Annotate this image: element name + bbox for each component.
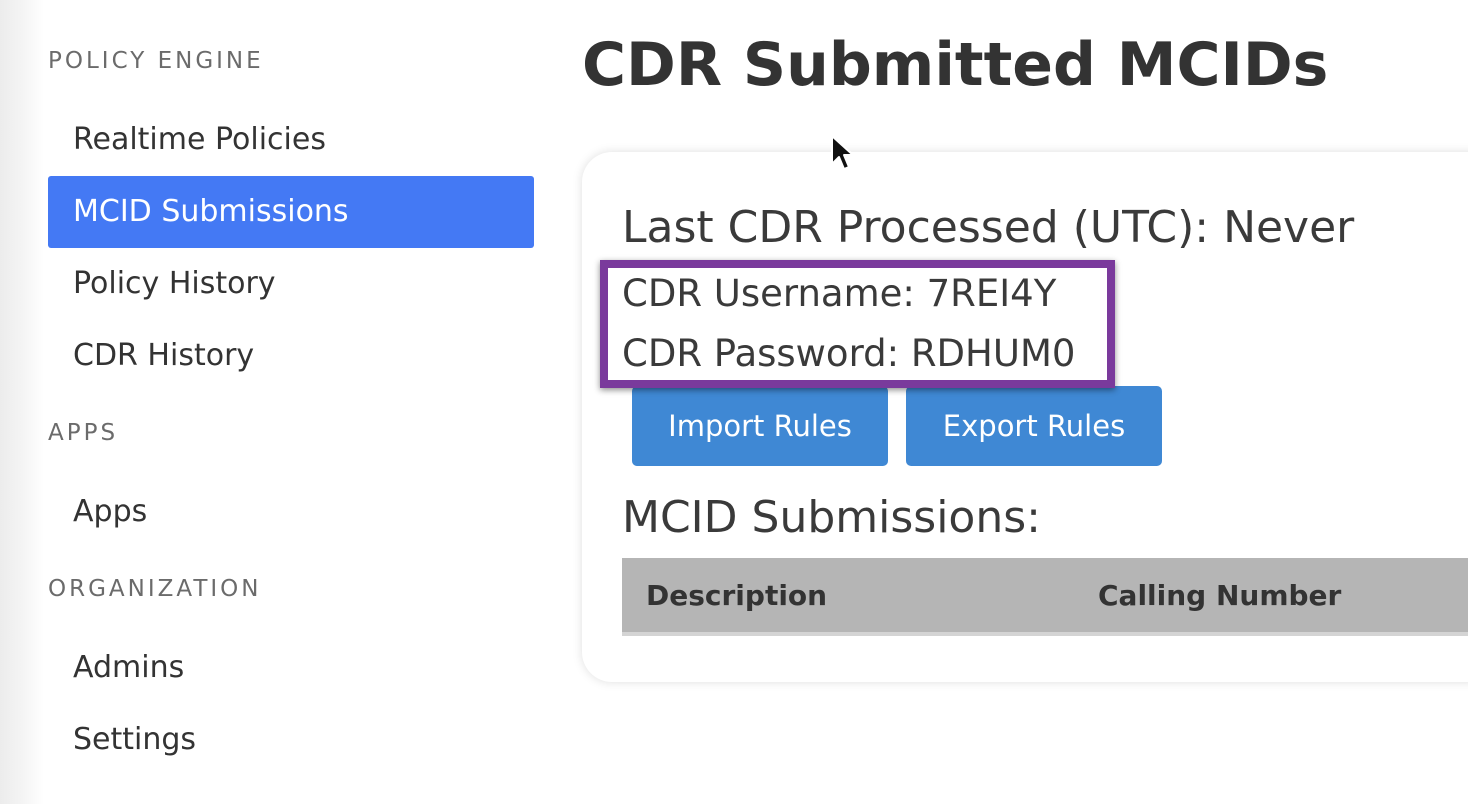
mcid-submissions-heading: MCID Submissions: bbox=[622, 492, 1041, 543]
mouse-pointer-icon bbox=[831, 135, 854, 170]
cdr-info-card: Last CDR Processed (UTC): Never CDR User… bbox=[582, 152, 1468, 682]
sidebar-item-mcid-submissions[interactable]: MCID Submissions bbox=[48, 176, 534, 248]
export-rules-button[interactable]: Export Rules bbox=[906, 386, 1162, 466]
sidebar-item-apps[interactable]: Apps bbox=[48, 476, 534, 548]
credentials-highlight-box bbox=[600, 260, 1115, 388]
page-title: CDR Submitted MCIDs bbox=[582, 30, 1329, 100]
page: POLICY ENGINE Realtime Policies MCID Sub… bbox=[0, 0, 1468, 804]
section-title-policy-engine: POLICY ENGINE bbox=[48, 48, 264, 74]
sidebar-item-realtime-policies[interactable]: Realtime Policies bbox=[48, 104, 534, 176]
sidebar: POLICY ENGINE Realtime Policies MCID Sub… bbox=[48, 0, 534, 804]
submissions-table-header: Description Calling Number bbox=[622, 558, 1468, 636]
sidebar-item-admins[interactable]: Admins bbox=[48, 632, 534, 704]
column-header-description[interactable]: Description bbox=[646, 558, 827, 634]
sidebar-item-settings[interactable]: Settings bbox=[48, 704, 534, 776]
section-title-organization: ORGANIZATION bbox=[48, 576, 262, 602]
sidebar-item-cdr-history[interactable]: CDR History bbox=[48, 320, 534, 392]
sidebar-item-policy-history[interactable]: Policy History bbox=[48, 248, 534, 320]
column-header-calling-number[interactable]: Calling Number bbox=[1098, 558, 1341, 634]
left-edge-shade bbox=[0, 0, 44, 804]
section-title-apps: APPS bbox=[48, 420, 119, 446]
import-rules-button[interactable]: Import Rules bbox=[632, 386, 888, 466]
last-cdr-processed-text: Last CDR Processed (UTC): Never bbox=[622, 202, 1355, 253]
